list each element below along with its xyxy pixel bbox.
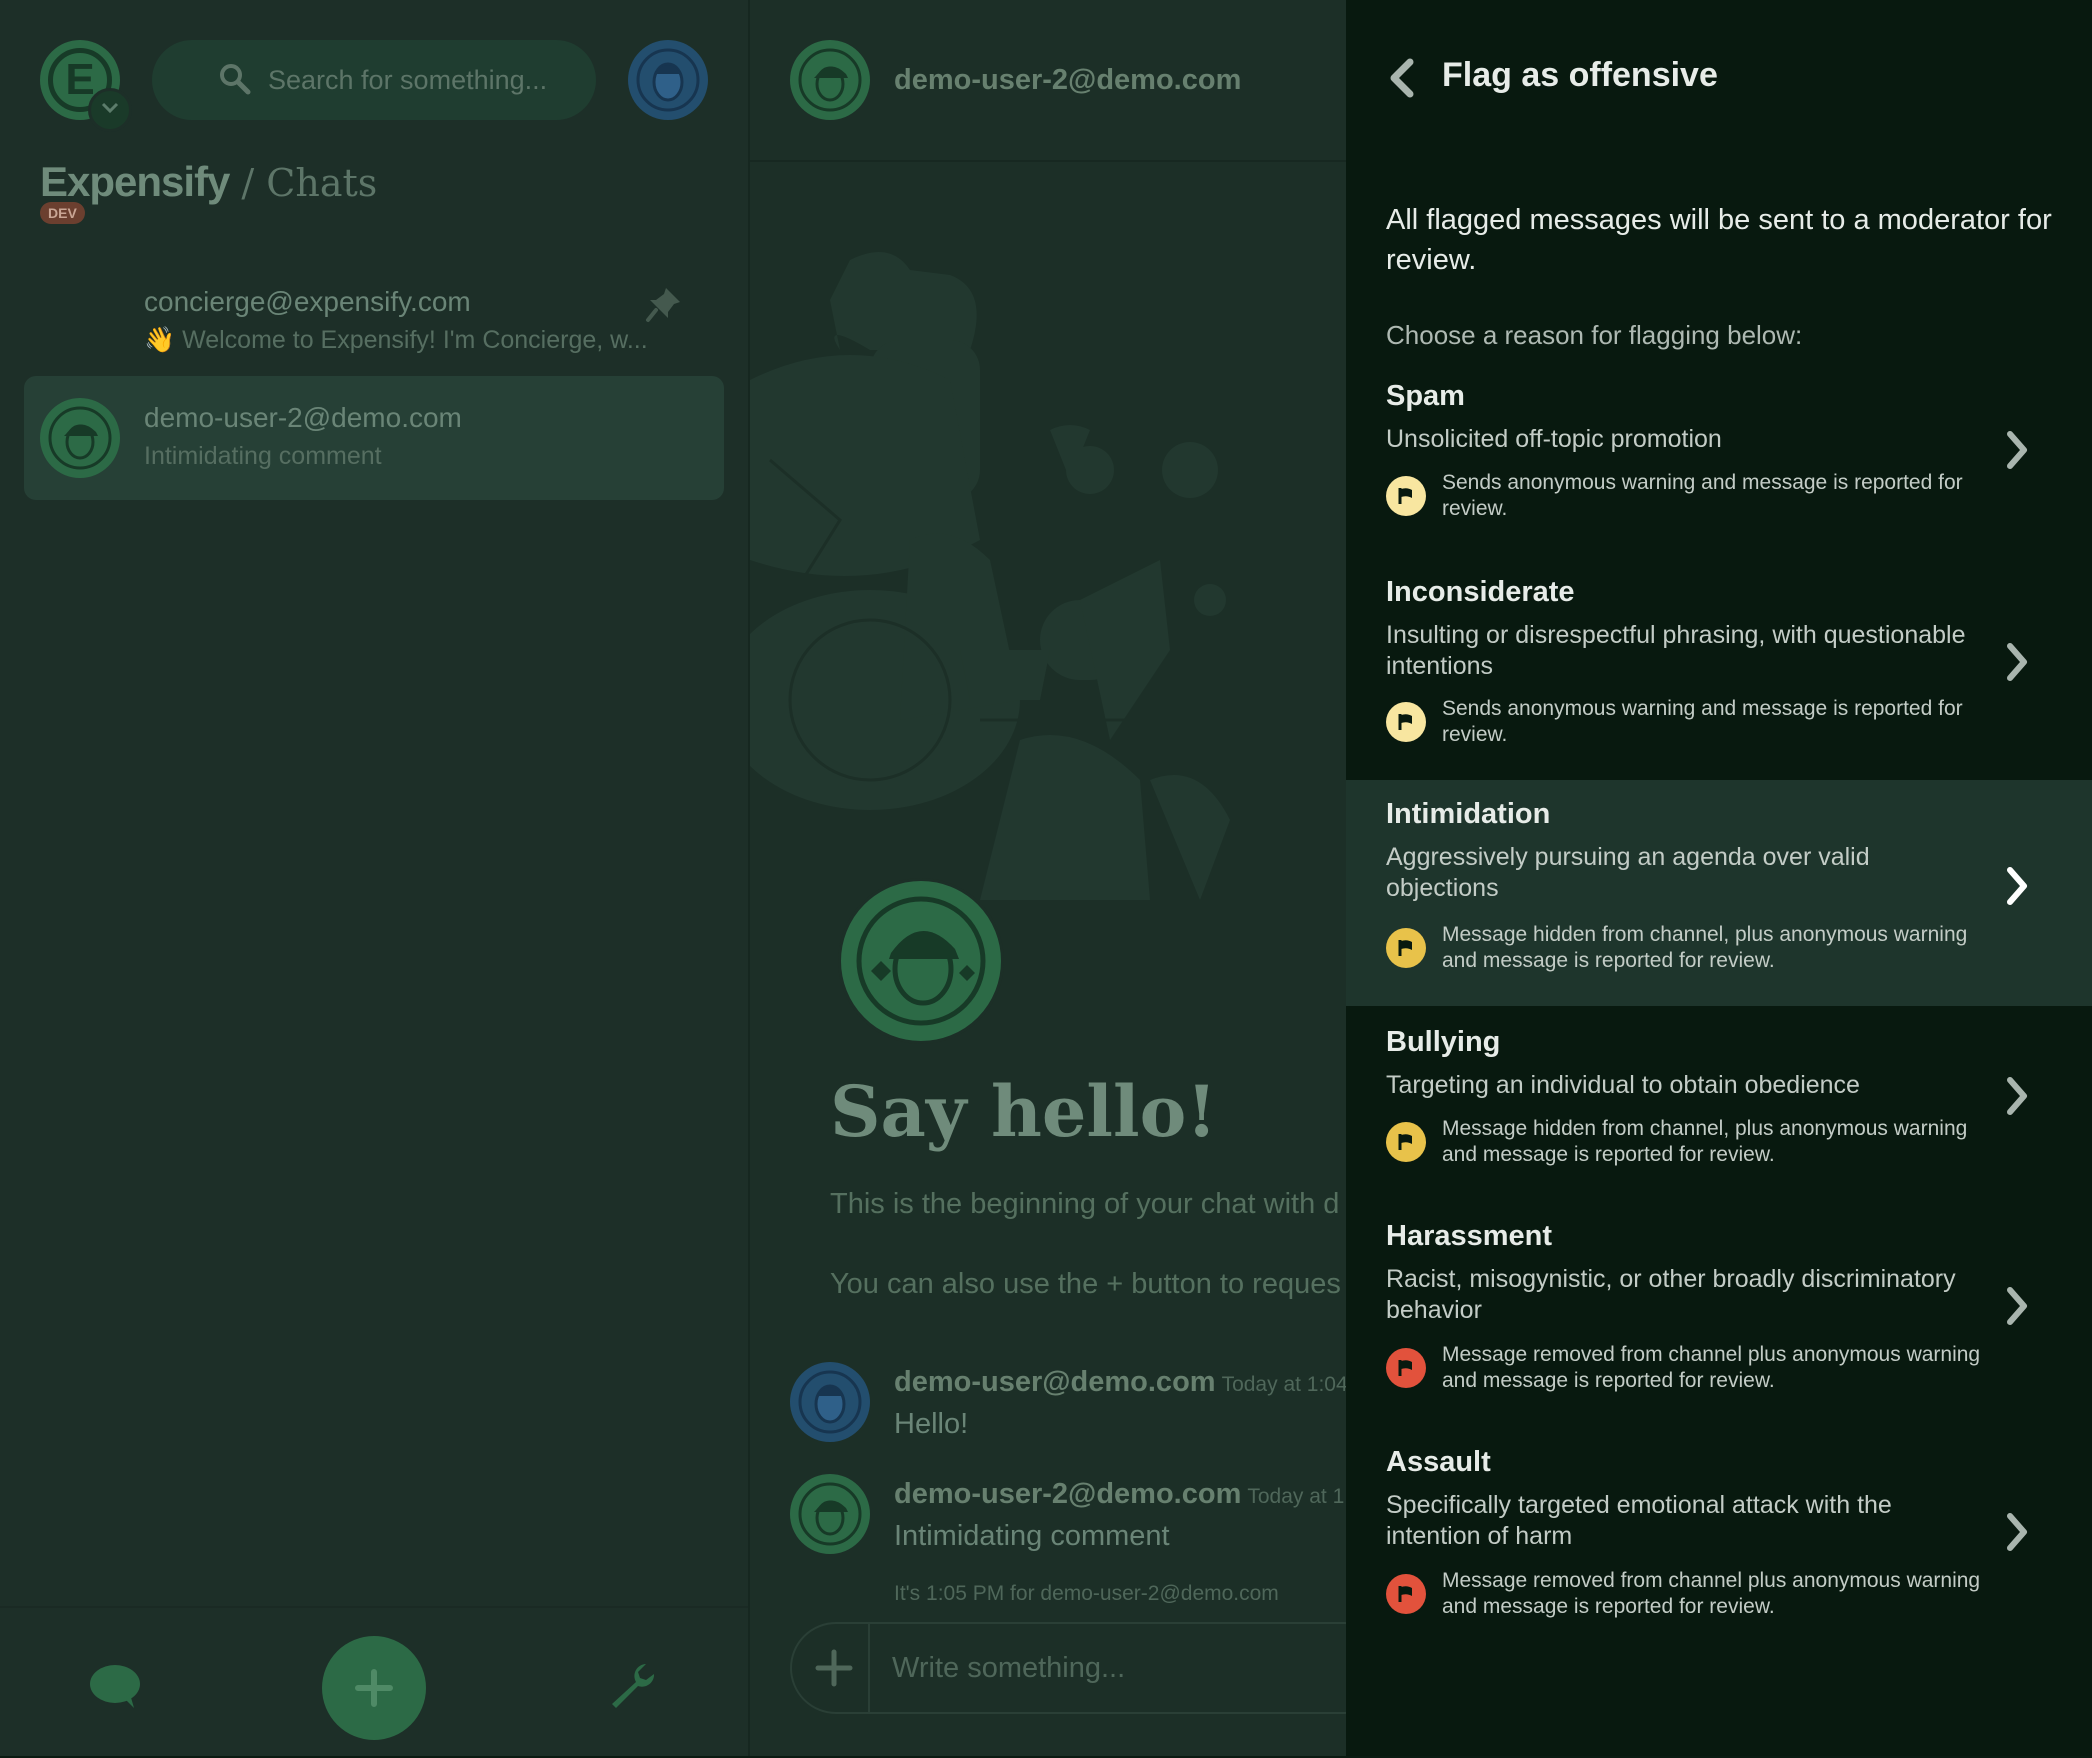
- chevron-right-icon: [2002, 1284, 2032, 1333]
- chat-title: demo-user-2@demo.com: [144, 402, 462, 433]
- chevron-right-icon: [2002, 428, 2032, 477]
- chat-list-item[interactable]: concierge@expensify.com 👋 Welcome to Exp…: [24, 260, 724, 384]
- welcome-title: Say hello!: [830, 1070, 1217, 1153]
- choose-reason-label: Choose a reason for flagging below:: [1386, 320, 1803, 350]
- welcome-intro-line2: You can also use the + button to reques: [830, 1268, 1341, 1300]
- chevron-right-icon: [2002, 1510, 2032, 1559]
- severity-flag-icon: [1386, 1122, 1426, 1162]
- reason-description: Aggressively pursuing an agenda over val…: [1386, 843, 1870, 902]
- reason-description: Racist, misogynistic, or other broadly d…: [1386, 1265, 1956, 1324]
- reason-description: Insulting or disrespectful phrasing, wit…: [1386, 621, 1966, 680]
- attach-plus-icon[interactable]: [810, 1644, 858, 1697]
- message-avatar: [790, 1362, 870, 1442]
- env-badge: DEV: [40, 202, 85, 224]
- chat-avatar: [40, 398, 120, 478]
- composer-input[interactable]: Write something...: [892, 1624, 1125, 1712]
- severity-flag-icon: [1386, 476, 1426, 516]
- plus-icon: [355, 1669, 393, 1707]
- reason-title: Assault: [1386, 1446, 1491, 1478]
- chat-title: concierge@expensify.com: [144, 286, 471, 317]
- reason-harassment[interactable]: Harassment Racist, misogynistic, or othe…: [1346, 1216, 2092, 1426]
- chat-partner-avatar: [838, 878, 1004, 1044]
- message-composer: Write something...: [790, 1622, 1350, 1714]
- page-heading: Expensify / Chats: [40, 158, 377, 206]
- new-chat-button[interactable]: [322, 1636, 426, 1740]
- chat-preview: 👋 Welcome to Expensify! I'm Concierge, w…: [144, 326, 648, 354]
- panel-title: Flag as offensive: [1442, 56, 1718, 94]
- chevron-right-icon: [2002, 1074, 2032, 1123]
- reason-title: Inconsiderate: [1386, 576, 1575, 608]
- reason-title: Spam: [1386, 380, 1465, 412]
- message-text: Hello!: [894, 1408, 969, 1440]
- message-time: Today at 1:04: [1221, 1373, 1348, 1396]
- chat-header-avatar[interactable]: [790, 40, 870, 120]
- message-author: demo-user-2@demo.com Today at 1:(: [894, 1478, 1350, 1511]
- reason-bullying[interactable]: Bullying Targeting an individual to obta…: [1346, 1022, 2092, 1212]
- message-author-name: demo-user-2@demo.com: [894, 1478, 1242, 1510]
- chat-view: demo-user-2@demo.com Say hello! This is …: [750, 0, 1350, 1756]
- reason-note: Sends anonymous warning and message is r…: [1442, 471, 1963, 520]
- reason-title: Intimidation: [1386, 798, 1551, 830]
- composer-divider: [868, 1624, 870, 1712]
- message-avatar: [790, 1474, 870, 1554]
- reason-note: Message hidden from channel, plus anonym…: [1442, 923, 1968, 972]
- message-author: demo-user@demo.com Today at 1:04: [894, 1366, 1348, 1399]
- pin-icon: [644, 284, 684, 329]
- message-author-name: demo-user@demo.com: [894, 1366, 1216, 1398]
- chat-list-item-active[interactable]: demo-user-2@demo.com Intimidating commen…: [24, 376, 724, 500]
- severity-flag-icon: [1386, 1574, 1426, 1614]
- chat-bubble-icon[interactable]: [88, 1664, 142, 1715]
- reason-note: Message removed from channel plus anonym…: [1442, 1343, 1981, 1392]
- chevron-right-icon: [2002, 640, 2032, 689]
- welcome-intro-line1: This is the beginning of your chat with …: [830, 1188, 1340, 1220]
- reason-description: Specifically targeted emotional attack w…: [1386, 1491, 1892, 1550]
- wrench-icon[interactable]: [606, 1660, 658, 1717]
- user-avatar[interactable]: [628, 40, 708, 120]
- search-icon: [218, 62, 252, 101]
- local-time-note: It's 1:05 PM for demo-user-2@demo.com: [894, 1582, 1279, 1605]
- chat-preview: Intimidating comment: [144, 442, 382, 470]
- chat-header-name[interactable]: demo-user-2@demo.com: [894, 0, 1241, 160]
- section-name: / Chats: [241, 161, 378, 205]
- severity-flag-icon: [1386, 702, 1426, 742]
- severity-flag-icon: [1386, 1348, 1426, 1388]
- chevron-down-icon[interactable]: [88, 88, 132, 132]
- reason-description: Unsolicited off-topic promotion: [1386, 425, 1722, 453]
- message-text: Intimidating comment: [894, 1520, 1170, 1552]
- chat-header: demo-user-2@demo.com: [750, 0, 1350, 162]
- panel-description: All flagged messages will be sent to a m…: [1386, 204, 2052, 276]
- message-time: Today at 1:(: [1247, 1485, 1350, 1508]
- brand-name: Expensify: [40, 158, 230, 205]
- search-placeholder: Search for something...: [268, 65, 548, 95]
- severity-flag-icon: [1386, 928, 1426, 968]
- flag-panel: Flag as offensive All flagged messages w…: [1346, 0, 2092, 1756]
- reason-intimidation[interactable]: Intimidation Aggressively pursuing an ag…: [1346, 780, 2092, 1006]
- reason-title: Bullying: [1386, 1026, 1501, 1058]
- reason-title: Harassment: [1386, 1220, 1553, 1252]
- reason-note: Sends anonymous warning and message is r…: [1442, 697, 1963, 746]
- chevron-right-icon: [2002, 864, 2032, 913]
- reason-note: Message removed from channel plus anonym…: [1442, 1569, 1981, 1618]
- app-root: E Search for something... Expensify / Cha…: [0, 0, 2092, 1756]
- reason-note: Message hidden from channel, plus anonym…: [1442, 1117, 1968, 1166]
- search-bar[interactable]: Search for something...: [152, 40, 596, 120]
- back-chevron-icon[interactable]: [1384, 56, 1418, 105]
- sidebar: E Search for something... Expensify / Cha…: [0, 0, 750, 1756]
- reason-inconsiderate[interactable]: Inconsiderate Insulting or disrespectful…: [1346, 568, 2092, 778]
- reason-description: Targeting an individual to obtain obedie…: [1386, 1071, 1860, 1099]
- reason-assault[interactable]: Assault Specifically targeted emotional …: [1346, 1442, 2092, 1652]
- reason-spam[interactable]: Spam Unsolicited off-topic promotion Sen…: [1346, 372, 2092, 572]
